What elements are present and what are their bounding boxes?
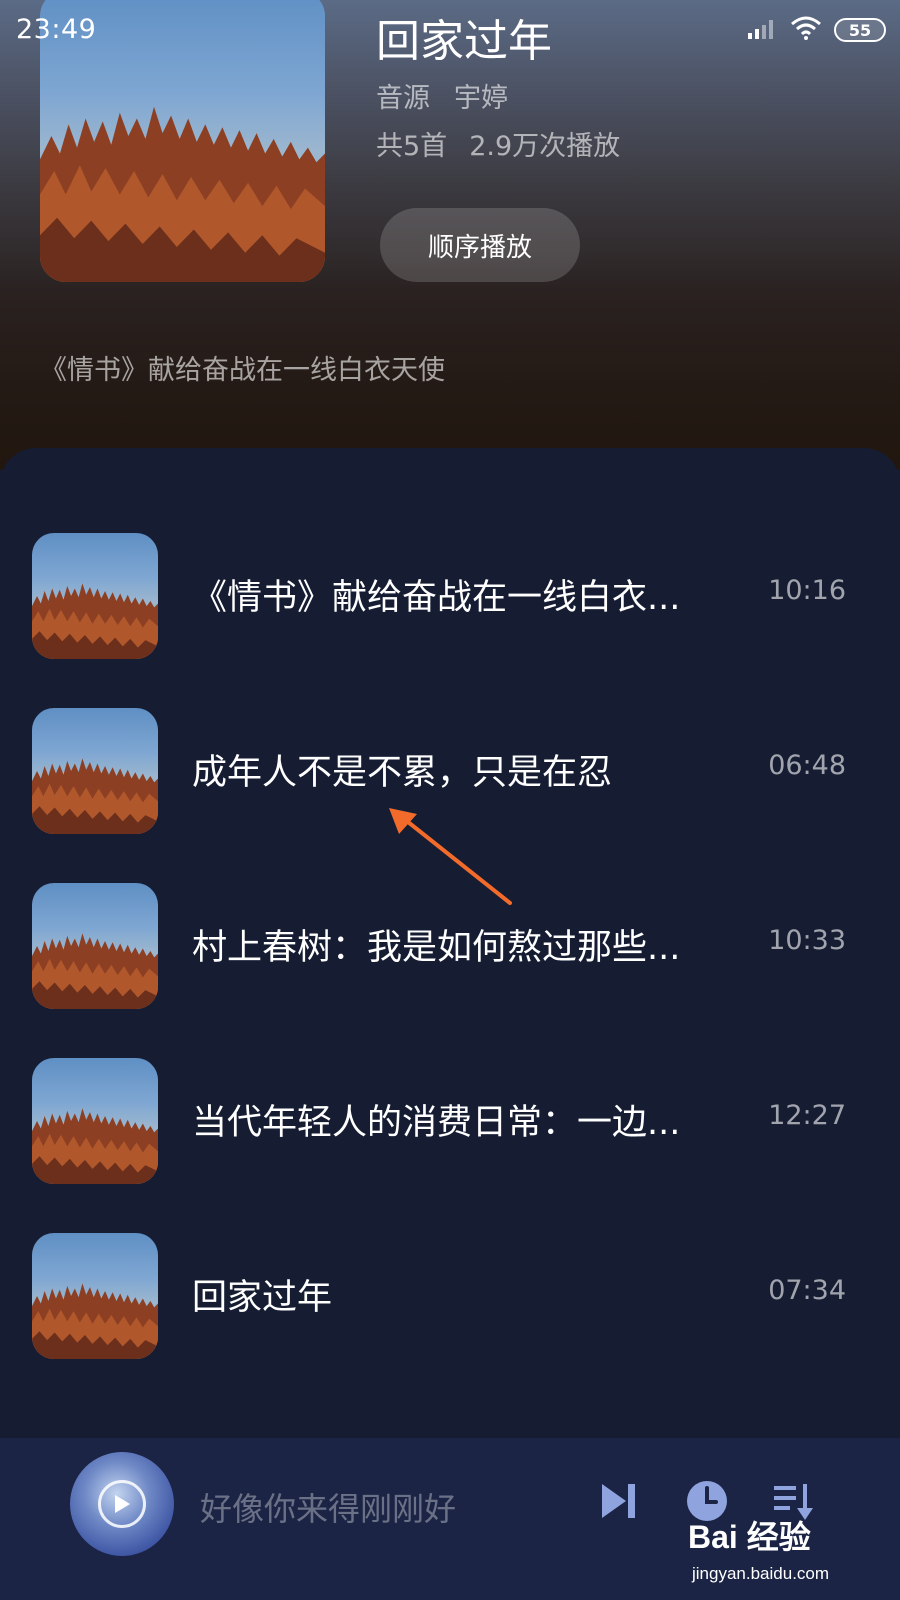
- track-item[interactable]: 《情书》献给奋战在一线白衣... 10:16: [0, 533, 900, 659]
- now-playing-title[interactable]: 好像你来得刚刚好: [200, 1484, 456, 1530]
- baidu-watermark: Bai 经验 jingyan.baidu.com: [688, 1512, 878, 1590]
- play-order-button[interactable]: 顺序播放: [380, 208, 580, 282]
- play-icon[interactable]: [98, 1480, 146, 1528]
- track-thumbnail: [32, 1233, 158, 1359]
- track-title: 成年人不是不累，只是在忍: [192, 753, 613, 793]
- watermark-url: jingyan.baidu.com: [692, 1564, 830, 1583]
- album-stats: 共5首 2.9万次播放: [376, 124, 620, 163]
- track-thumbnail: [32, 883, 158, 1009]
- track-duration: 10:16: [768, 575, 846, 606]
- status-time: 23:49: [16, 14, 97, 45]
- next-icon[interactable]: [596, 1478, 642, 1524]
- watermark-text: Bai 经验: [688, 1519, 811, 1555]
- track-item[interactable]: 回家过年 07:34: [0, 1233, 900, 1359]
- track-thumbnail: [32, 533, 158, 659]
- track-duration: 10:33: [768, 925, 846, 956]
- status-icons: 55: [748, 14, 886, 46]
- track-thumbnail: [32, 708, 158, 834]
- album-title: 回家过年: [376, 16, 552, 67]
- track-duration: 06:48: [768, 750, 846, 781]
- track-item[interactable]: 当代年轻人的消费日常：一边... 12:27: [0, 1058, 900, 1184]
- track-thumbnail: [32, 1058, 158, 1184]
- album-source: 音源 宇婷: [376, 76, 508, 115]
- track-count: 共5首: [376, 131, 448, 162]
- track-duration: 07:34: [768, 1275, 846, 1306]
- track-title: 当代年轻人的消费日常：一边...: [192, 1103, 681, 1143]
- track-title: 回家过年: [192, 1278, 333, 1318]
- annotation-arrow-icon: [389, 808, 512, 905]
- source-label: 音源: [376, 83, 430, 114]
- wifi-icon: [790, 16, 822, 44]
- album-description: 《情书》献给奋战在一线白衣天使: [40, 355, 445, 386]
- track-title: 《情书》献给奋战在一线白衣...: [192, 578, 681, 618]
- source-name[interactable]: 宇婷: [454, 76, 508, 115]
- battery-icon: 55: [834, 18, 886, 42]
- player-cover[interactable]: [70, 1452, 174, 1556]
- track-duration: 12:27: [768, 1100, 846, 1131]
- play-count: 2.9万次播放: [469, 131, 621, 162]
- track-title: 村上春树：我是如何熬过那些...: [192, 928, 681, 968]
- track-list: 《情书》献给奋战在一线白衣... 10:16 成年人不是不累，只是在忍 06:4…: [0, 448, 900, 1438]
- signal-icon: [748, 17, 778, 43]
